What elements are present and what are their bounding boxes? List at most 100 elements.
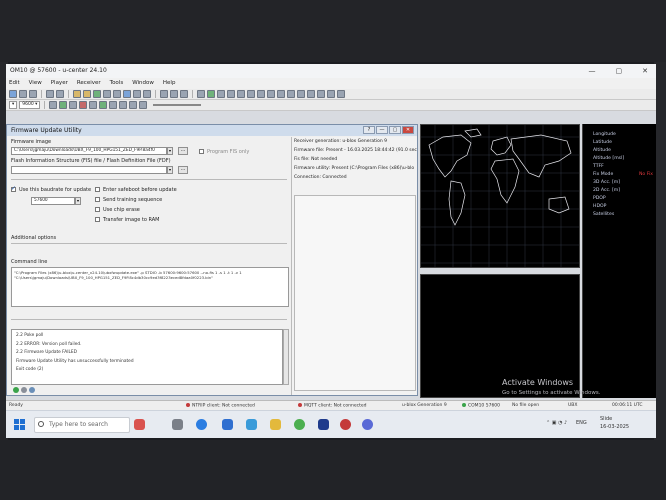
browse-firmware-button[interactable]: … (178, 147, 188, 155)
console-icon[interactable] (73, 90, 81, 98)
go-icon[interactable] (13, 387, 19, 393)
level-icon[interactable] (267, 90, 275, 98)
flash-info-field[interactable] (11, 166, 167, 174)
menu-tools[interactable]: Tools (110, 78, 124, 89)
play-icon[interactable] (99, 101, 108, 109)
close-button[interactable]: ✕ (642, 64, 648, 78)
firmware-image-dropdown[interactable]: ▾ (167, 147, 173, 155)
minimize-button[interactable]: — (589, 64, 596, 78)
chart-icon[interactable] (207, 90, 215, 98)
mail-icon[interactable] (222, 419, 233, 430)
chip-erase-checkbox[interactable] (95, 207, 100, 212)
step-forward-icon[interactable] (109, 101, 118, 109)
world-map-view[interactable] (420, 124, 580, 268)
table-view-icon[interactable] (103, 90, 111, 98)
config-icon[interactable] (327, 90, 335, 98)
open-icon[interactable] (19, 90, 27, 98)
file-explorer-icon[interactable] (270, 419, 281, 430)
playback-slider[interactable] (153, 104, 202, 106)
undo-icon[interactable] (46, 90, 54, 98)
store-icon[interactable] (246, 419, 257, 430)
program-fis-only-checkbox[interactable] (199, 149, 204, 154)
dialog-minimize-button[interactable]: — (376, 126, 388, 134)
task-view-icon[interactable] (172, 419, 183, 430)
map-view-icon[interactable] (123, 90, 131, 98)
chrome-icon[interactable] (294, 419, 305, 430)
reset-icon[interactable] (337, 90, 345, 98)
menu-receiver[interactable]: Receiver (77, 78, 101, 89)
chart-view-icon[interactable] (113, 90, 121, 98)
additional-options-field[interactable] (11, 243, 287, 244)
port-select[interactable]: ▾ (9, 101, 18, 109)
satellite-icon[interactable] (247, 90, 255, 98)
save-icon[interactable] (9, 90, 17, 98)
dialog-maximize-button[interactable]: ▢ (389, 126, 401, 134)
dialog-close-button[interactable]: ✕ (402, 126, 414, 134)
command-line-text[interactable]: "C:\Program Files (x86)\u-blox\u-center_… (11, 267, 289, 307)
receiver-icon[interactable] (69, 101, 78, 109)
fast-forward-icon[interactable] (119, 101, 128, 109)
compass-icon[interactable] (227, 90, 235, 98)
baudrate-dropdown[interactable]: ▾ (75, 197, 81, 205)
log-scrollbar[interactable] (283, 329, 289, 385)
globe-icon[interactable] (277, 90, 285, 98)
layout-icon[interactable] (170, 90, 178, 98)
print-icon[interactable] (29, 90, 37, 98)
record-icon[interactable] (79, 101, 88, 109)
settings-icon[interactable] (29, 387, 35, 393)
grid-icon[interactable] (287, 90, 295, 98)
dialog-help-button[interactable]: ? (363, 126, 375, 134)
flash-info-dropdown[interactable]: ▾ (167, 166, 173, 174)
send-training-checkbox[interactable] (95, 197, 100, 202)
app-icon-p[interactable] (362, 419, 373, 430)
redo-icon[interactable] (56, 90, 64, 98)
browse-fis-button[interactable]: … (178, 166, 188, 174)
gauge-icon[interactable] (217, 90, 225, 98)
pause-icon[interactable] (129, 101, 138, 109)
connect-icon[interactable] (49, 101, 58, 109)
stop-icon[interactable] (89, 101, 98, 109)
messages-icon[interactable] (83, 90, 91, 98)
app-title: OM10 @ 57600 - u-center 24.10 (10, 67, 107, 74)
stop-update-icon[interactable] (21, 387, 27, 393)
statistics-icon[interactable] (93, 90, 101, 98)
signal-icon[interactable] (257, 90, 265, 98)
clock-icon[interactable] (237, 90, 245, 98)
list-icon[interactable] (297, 90, 305, 98)
eject-icon[interactable] (139, 101, 148, 109)
data-view-panel[interactable]: Longitude Latitude Altitude Altitude [ms… (582, 124, 656, 398)
menu-view[interactable]: View (29, 78, 42, 89)
enter-safeboot-checkbox[interactable] (95, 187, 100, 192)
tray-icons[interactable]: ⌃ ▣ ◔ ♪ (546, 420, 567, 426)
ntrip-status-text: NTRIP client: Not connected (192, 403, 255, 409)
menu-edit[interactable]: Edit (9, 78, 20, 89)
transfer-ram-checkbox[interactable] (95, 217, 100, 222)
use-baudrate-checkbox[interactable] (11, 185, 16, 192)
deviation-map-icon[interactable] (143, 90, 151, 98)
autobauding-icon[interactable] (59, 101, 68, 109)
windows-start-icon[interactable] (14, 419, 26, 431)
tool-icon[interactable] (197, 90, 205, 98)
edge-icon[interactable] (196, 419, 207, 430)
baudrate-field[interactable]: 57600 (31, 197, 75, 205)
app-icon-car[interactable] (134, 419, 145, 430)
clock-date[interactable]: 16-03-2025 (600, 424, 629, 430)
clock-time[interactable]: Slide (600, 416, 612, 422)
taskbar-search-input[interactable]: Type here to search (34, 417, 130, 433)
camera-icon[interactable] (180, 90, 188, 98)
language-indicator[interactable]: ENG (576, 420, 587, 426)
docking-icon[interactable] (160, 90, 168, 98)
menu-help[interactable]: Help (163, 78, 176, 89)
binary-icon[interactable] (317, 90, 325, 98)
firmware-image-field[interactable]: C:\Users\jgmaju\Downloads\UBX_F9_100_HPG… (11, 147, 167, 155)
app-icon-red[interactable] (340, 419, 351, 430)
baudrate-select[interactable]: 9600 ▾ (19, 101, 41, 109)
menu-window[interactable]: Window (132, 78, 154, 89)
word-icon[interactable] (318, 419, 329, 430)
maximize-button[interactable]: ▢ (616, 64, 623, 78)
menu-player[interactable]: Player (51, 78, 68, 89)
text-icon[interactable] (307, 90, 315, 98)
satellites-label: Satellites (593, 212, 615, 217)
sky-view-icon[interactable] (133, 90, 141, 98)
ntrip-status: NTRIP client: Not connected (186, 403, 255, 409)
